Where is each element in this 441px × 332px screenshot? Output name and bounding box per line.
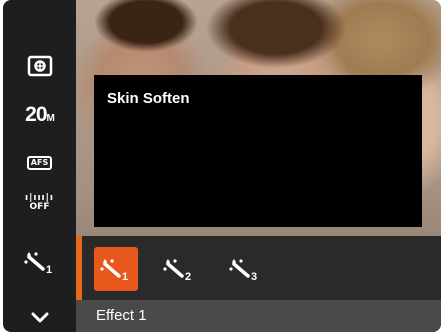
metering-icon bbox=[27, 55, 52, 77]
stabilization-icon: ı|ııı|ı OFF bbox=[25, 193, 54, 212]
description-popup: Skin Soften bbox=[94, 75, 422, 227]
chevron-down-icon bbox=[31, 312, 48, 323]
camera-screen: 20M AFS ı|ııı|ı OFF 1 Skin Soften 1 2 3 … bbox=[3, 0, 441, 332]
autofocus-icon: AFS bbox=[26, 156, 53, 170]
image-size-menu-item[interactable]: 20M bbox=[3, 97, 76, 133]
autofocus-menu-item[interactable]: AFS bbox=[3, 145, 76, 181]
face-beautifier-menu-item[interactable]: 1 bbox=[3, 244, 76, 280]
svg-text:1: 1 bbox=[122, 271, 128, 282]
image-size-label: 20M bbox=[25, 103, 55, 126]
scroll-down-button[interactable] bbox=[3, 300, 76, 332]
effect-label: Effect 1 bbox=[96, 307, 147, 324]
effect-3-icon: 3 bbox=[229, 259, 257, 282]
effect-2-option[interactable]: 2 bbox=[157, 247, 201, 291]
effect-1-option[interactable]: 1 bbox=[94, 247, 138, 291]
options-accent-bar bbox=[76, 236, 82, 300]
camera-screen-frame: 20M AFS ı|ııı|ı OFF 1 Skin Soften 1 2 3 … bbox=[0, 0, 441, 332]
effect-3-option[interactable]: 3 bbox=[223, 247, 267, 291]
stabilization-menu-item[interactable]: ı|ııı|ı OFF bbox=[3, 185, 76, 221]
metering-menu-item[interactable] bbox=[3, 48, 76, 84]
svg-text:3: 3 bbox=[251, 271, 257, 282]
svg-text:1: 1 bbox=[46, 264, 52, 275]
svg-text:2: 2 bbox=[185, 271, 191, 282]
popup-title: Skin Soften bbox=[107, 90, 190, 107]
effect-1-icon: 1 bbox=[100, 259, 128, 282]
effect-2-icon: 2 bbox=[163, 259, 191, 282]
left-menu: 20M AFS ı|ııı|ı OFF 1 bbox=[3, 0, 76, 332]
face-beautifier-icon: 1 bbox=[23, 252, 52, 275]
